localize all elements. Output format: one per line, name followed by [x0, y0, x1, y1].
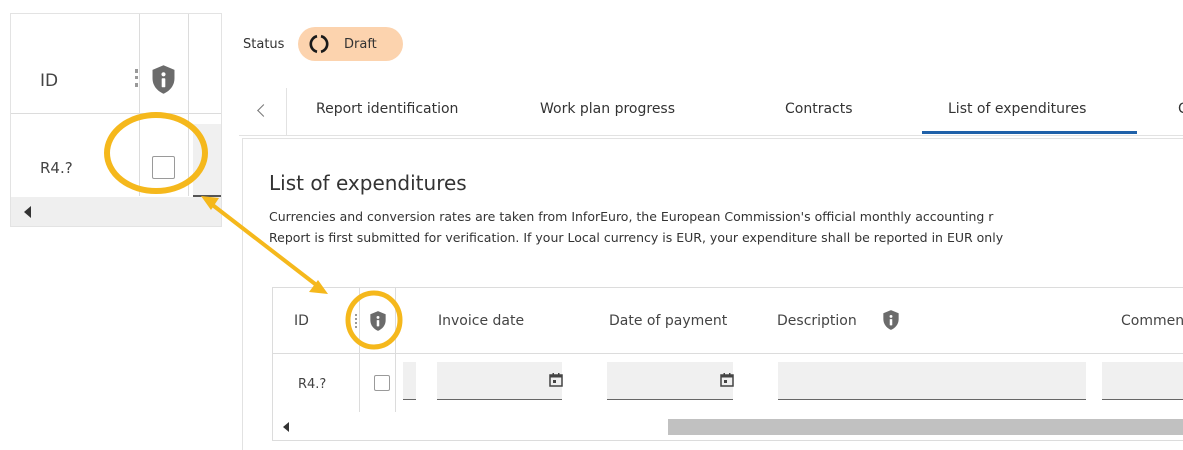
calendar-icon[interactable] [549, 373, 563, 387]
section-description-line-1: Currencies and conversion rates are take… [269, 209, 994, 224]
zoom-header-row: ID [11, 14, 221, 114]
date-of-payment-input[interactable] [607, 362, 734, 400]
row-select-checkbox[interactable] [374, 375, 390, 391]
shield-info-icon[interactable] [150, 64, 177, 95]
row-select-checkbox[interactable] [152, 156, 175, 179]
expenditures-card: List of expenditures Currencies and conv… [242, 138, 1183, 450]
description-input[interactable] [778, 362, 1086, 400]
active-tab-indicator [922, 131, 1137, 134]
table-horizontal-scrollbar[interactable] [273, 412, 1183, 440]
calendar-icon[interactable] [720, 373, 734, 387]
scrollbar-thumb[interactable] [668, 419, 1183, 435]
main-screenshot: Status Draft Report identification Work … [239, 8, 1183, 450]
column-resize-handle[interactable] [355, 314, 358, 328]
shield-info-icon[interactable] [369, 310, 387, 332]
zoom-id-header: ID [40, 71, 59, 91]
tab-work-plan-progress[interactable]: Work plan progress [540, 101, 675, 117]
scroll-left-icon[interactable] [283, 422, 289, 432]
status-badge: Draft [298, 27, 403, 61]
row-id: R4.? [298, 377, 327, 392]
scroll-left-icon[interactable] [24, 206, 31, 218]
expenditures-table: ID Invoice date Date of payment Descript… [272, 287, 1183, 441]
table-row: R4.? [273, 355, 1183, 412]
draft-status-icon [309, 34, 329, 54]
zoom-table-row: R4.? [11, 115, 221, 196]
col-header-date-of-payment: Date of payment [609, 313, 728, 329]
tab-report-identification[interactable]: Report identification [316, 101, 458, 117]
comment-input[interactable] [1102, 362, 1183, 400]
shield-info-icon[interactable] [882, 309, 900, 331]
status-value: Draft [344, 37, 377, 52]
tab-bar: Report identification Work plan progress… [239, 88, 1183, 136]
chevron-left-icon [257, 104, 270, 117]
zoom-horizontal-scrollbar[interactable] [11, 197, 221, 226]
zoom-row-id: R4.? [40, 159, 73, 177]
row-field-cut[interactable] [403, 362, 416, 400]
col-header-comment: Commen [1121, 313, 1183, 329]
tab-list-of-expenditures[interactable]: List of expenditures [948, 101, 1086, 117]
zoom-input-field[interactable] [193, 124, 221, 196]
col-header-id: ID [294, 313, 309, 329]
invoice-date-input[interactable] [437, 362, 563, 400]
tab-next-cut[interactable]: C [1178, 101, 1183, 117]
section-title: List of expenditures [269, 171, 467, 195]
section-description-line-2: Report is first submitted for verificati… [269, 230, 1004, 245]
col-header-invoice-date: Invoice date [438, 313, 525, 329]
col-header-description: Description [777, 313, 857, 329]
tab-scroll-left-button[interactable] [245, 88, 287, 136]
table-header-row: ID Invoice date Date of payment Descript… [273, 288, 1183, 354]
zoom-panel: ID R4.? [10, 13, 222, 227]
tab-contracts[interactable]: Contracts [785, 101, 853, 117]
column-resize-handle[interactable] [135, 69, 138, 87]
status-label: Status [243, 37, 285, 52]
